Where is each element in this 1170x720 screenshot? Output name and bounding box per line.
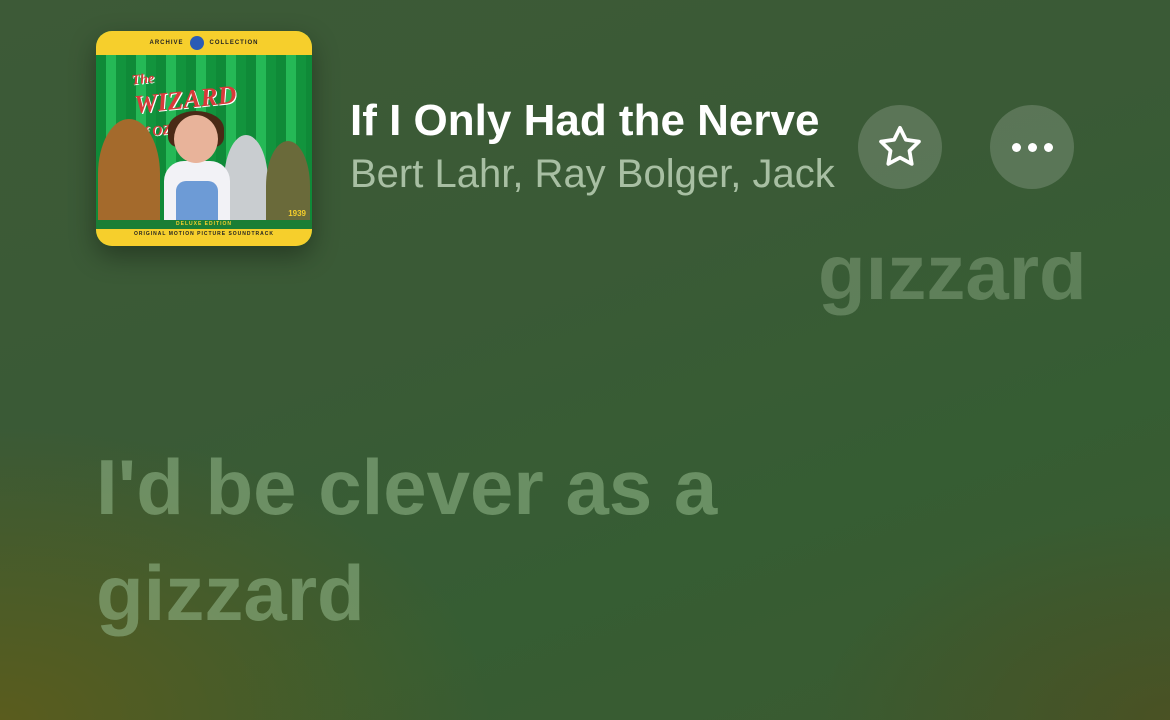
album-art-edition: DELUXE EDITION (96, 220, 312, 229)
favorite-button[interactable] (858, 105, 942, 189)
tin-man-figure (224, 135, 268, 229)
song-title: If I Only Had the Nerve (350, 96, 820, 145)
studio-logo-icon (189, 36, 204, 50)
previous-lyric-line[interactable]: gizzard (818, 252, 1088, 324)
album-art-bottom-band: DELUXE EDITION ORIGINAL MOTION PICTURE S… (96, 220, 312, 246)
album-art-soundtrack: ORIGINAL MOTION PICTURE SOUNDTRACK (133, 231, 275, 237)
more-options-button[interactable] (990, 105, 1074, 189)
ellipsis-icon (1011, 142, 1053, 152)
album-art-collection-text: COLLECTION (209, 40, 259, 46)
album-art-archive-text: ARCHIVE (149, 40, 184, 46)
song-artists: Bert Lahr, Ray Bolger, Jack Haley (350, 152, 846, 196)
current-lyric-line[interactable]: I'd be clever as a gizzard (96, 434, 896, 646)
album-artwork[interactable]: ARCHIVE COLLECTION The WIZARD of OZ 1939… (96, 31, 312, 246)
cowardly-lion-figure (98, 119, 160, 229)
album-art-year: 1939 (288, 209, 306, 218)
now-playing-info[interactable]: If I Only Had the Nerve Bert Lahr, Ray B… (350, 92, 846, 200)
star-icon (879, 125, 921, 166)
album-art-top-band: ARCHIVE COLLECTION (96, 31, 312, 55)
dorothy-head (174, 115, 218, 163)
